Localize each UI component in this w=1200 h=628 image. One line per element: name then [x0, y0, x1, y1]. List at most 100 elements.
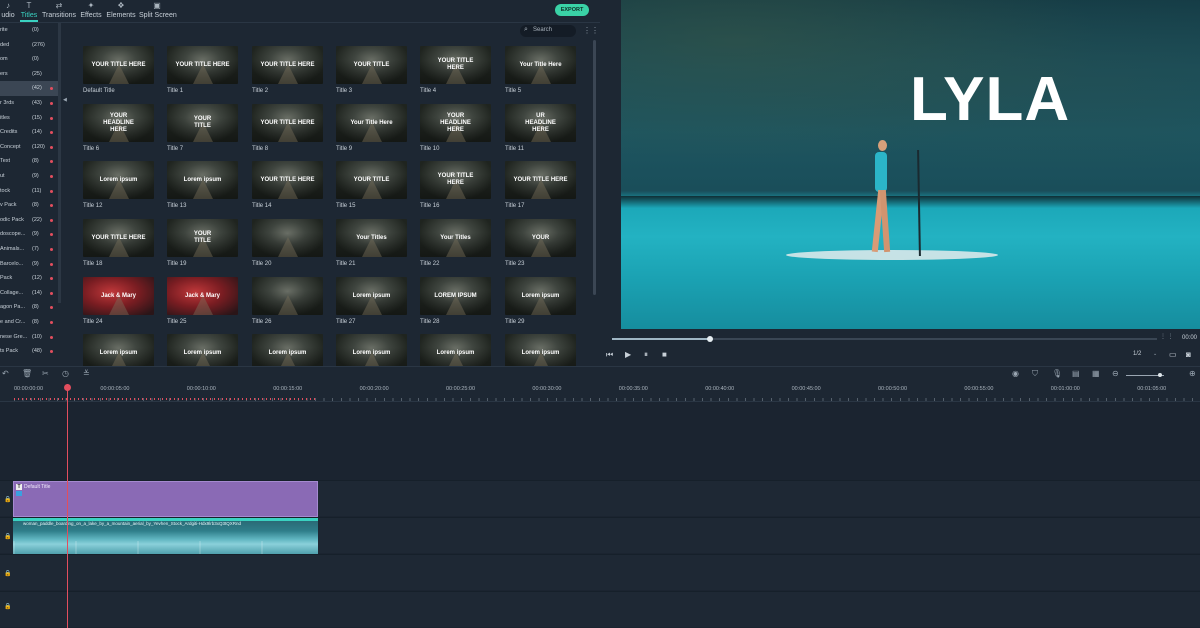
category-item[interactable]: Pack (12) — [0, 271, 58, 286]
title-template-tile[interactable]: UR HEADLINE HERE Title 11 — [505, 104, 576, 156]
title-template-tile[interactable]: Lorem ipsum Title 29 — [505, 277, 576, 329]
category-item[interactable]: ut (9) — [0, 169, 58, 184]
category-item[interactable]: nese Gre... (10) — [0, 330, 58, 345]
pause-icon[interactable]: ⏸ — [644, 350, 648, 360]
title-template-tile[interactable]: YOUR TITLE HERE Title 16 — [420, 161, 491, 213]
audio-mixer-icon[interactable]: ▤ — [1072, 369, 1080, 378]
category-item[interactable]: agon Pa... (8) — [0, 300, 58, 315]
speed-icon[interactable]: ◷ — [62, 369, 69, 378]
category-item[interactable]: e and Cr... (8) — [0, 315, 58, 330]
category-item[interactable]: v Pack (8) — [0, 198, 58, 213]
preview-quality-select[interactable]: 1/2 — [1133, 351, 1141, 357]
category-item[interactable]: Barcelo... (9) — [0, 257, 58, 272]
category-item[interactable]: odic Pack (22) — [0, 213, 58, 228]
title-template-tile[interactable]: Your Titles Title 21 — [336, 219, 407, 271]
title-template-tile[interactable]: YOUR HEADLINE HERE Title 6 — [83, 104, 154, 156]
category-item[interactable]: r 3rds (43) — [0, 96, 58, 111]
preview-player[interactable] — [621, 0, 1200, 329]
zoom-out-icon[interactable]: ⊖ — [1112, 369, 1119, 378]
category-item[interactable]: Credits (14) — [0, 125, 58, 140]
title-template-tile[interactable]: Your Titles Title 22 — [420, 219, 491, 271]
title-clip[interactable]: T Default Title — [13, 481, 318, 517]
title-template-tile[interactable]: Jack & Mary Title 24 — [83, 277, 154, 329]
tab-elements[interactable]: ❖ Elements — [106, 0, 136, 22]
search-placeholder: Search — [533, 27, 553, 33]
title-template-tile[interactable]: Your Title Here Title 9 — [336, 104, 407, 156]
title-template-tile[interactable]: YOUR TITLE HERE Title 18 — [83, 219, 154, 271]
delete-icon[interactable]: 🗑 — [22, 369, 32, 378]
tab-transitions[interactable]: ⇄ Transitions — [42, 0, 76, 22]
step-back-icon[interactable]: ⏮ — [606, 350, 613, 360]
title-template-tile[interactable]: YOUR TITLE Title 7 — [167, 104, 238, 156]
title-template-tile[interactable]: Lorem ipsum Title 27 — [336, 277, 407, 329]
title-template-tile[interactable]: YOUR TITLE HERE Title 4 — [420, 46, 491, 98]
adjust-icon[interactable]: ≚ — [83, 369, 90, 378]
title-template-tile[interactable]: YOUR TITLE HERE Title 14 — [252, 161, 323, 213]
collapse-left-icon[interactable]: ◀ — [63, 97, 67, 103]
title-template-tile[interactable]: YOUR TITLE HERE Title 17 — [505, 161, 576, 213]
title-template-tile[interactable]: YOUR Title 23 — [505, 219, 576, 271]
marker-icon[interactable]: ⛉ — [1032, 369, 1038, 379]
category-item[interactable]: rite (0) — [0, 23, 58, 38]
title-template-tile[interactable]: YOUR TITLE HERE Default Title — [83, 46, 154, 98]
lock-icon[interactable]: 🔒 — [4, 533, 11, 540]
cut-icon[interactable]: ✂ — [42, 369, 49, 378]
category-item[interactable]: ded (276) — [0, 38, 58, 53]
preview-title-overlay[interactable]: LYLA — [910, 62, 1070, 138]
grid-scrollbar[interactable] — [593, 40, 596, 295]
category-item[interactable]: Collage... (14) — [0, 286, 58, 301]
tab-audio[interactable]: ♪ udio — [0, 0, 16, 22]
monitor-icon[interactable]: ▭ — [1169, 350, 1177, 359]
title-template-tile[interactable]: Title 26 — [252, 277, 323, 329]
grid-icon[interactable]: ▦ — [1092, 369, 1100, 378]
title-template-tile[interactable]: YOUR TITLE HERE Title 2 — [252, 46, 323, 98]
title-template-tile[interactable]: YOUR TITLE HERE Title 8 — [252, 104, 323, 156]
title-template-tile[interactable]: LOREM IPSUM Title 28 — [420, 277, 491, 329]
new-indicator-icon — [50, 189, 53, 193]
render-icon[interactable]: ◉ — [1012, 369, 1019, 378]
zoom-slider-handle[interactable] — [1158, 373, 1162, 377]
title-template-tile[interactable]: Lorem ipsum Title 13 — [167, 161, 238, 213]
play-icon[interactable]: ▶ — [625, 350, 631, 359]
zoom-in-icon[interactable]: ⊕ — [1189, 369, 1196, 378]
stop-icon[interactable]: ■ — [662, 350, 667, 359]
tab-titles[interactable]: T Titles — [20, 0, 38, 22]
lock-icon[interactable]: 🔒 — [4, 603, 11, 610]
video-clip[interactable]: woman_paddle_boarding_on_a_lake_by_a_mou… — [13, 518, 318, 554]
category-item[interactable]: Animals... (7) — [0, 242, 58, 257]
camera-snapshot-icon[interactable]: ◙ — [1186, 350, 1191, 359]
lock-icon[interactable]: 🔒 — [4, 570, 11, 577]
tab-effects[interactable]: ✦ Effects — [79, 0, 103, 22]
title-template-tile[interactable]: Your Title Here Title 5 — [505, 46, 576, 98]
title-template-tile[interactable]: Title 20 — [252, 219, 323, 271]
title-template-tile[interactable]: Lorem ipsum Title 12 — [83, 161, 154, 213]
search-input[interactable]: ⌕ Search — [520, 25, 576, 37]
undo-icon[interactable]: ↶ — [2, 369, 9, 378]
tab-split-screen[interactable]: ▣ Split Screen — [139, 0, 177, 22]
microphone-icon[interactable]: 🎙 — [1052, 369, 1062, 378]
category-item[interactable]: om (0) — [0, 52, 58, 67]
title-template-tile[interactable]: YOUR TITLE HERE Title 1 — [167, 46, 238, 98]
category-item[interactable]: tock (11) — [0, 184, 58, 199]
lock-icon[interactable]: 🔒 — [4, 496, 11, 503]
playhead[interactable] — [67, 384, 68, 628]
drag-handle-icon[interactable]: ⋮ ⋮ — [1160, 333, 1174, 340]
category-item[interactable]: doscope... (9) — [0, 227, 58, 242]
category-item[interactable]: Concept (120) — [0, 140, 58, 155]
category-item[interactable]: itles (15) — [0, 111, 58, 126]
category-scrollbar[interactable] — [58, 23, 61, 303]
category-item[interactable]: ers (25) — [0, 67, 58, 82]
category-item[interactable]: (42) — [0, 81, 58, 96]
chevron-down-icon[interactable]: ⌄ — [1153, 351, 1157, 357]
grid-view-icon[interactable]: ⋮⋮ — [583, 26, 599, 35]
scrubber-handle[interactable] — [707, 336, 713, 342]
title-template-tile[interactable]: YOUR TITLE Title 19 — [167, 219, 238, 271]
title-template-tile[interactable]: Jack & Mary Title 25 — [167, 277, 238, 329]
export-button[interactable]: EXPORT — [555, 4, 589, 16]
title-template-tile[interactable]: YOUR TITLE Title 3 — [336, 46, 407, 98]
title-template-tile[interactable]: YOUR TITLE Title 15 — [336, 161, 407, 213]
category-item[interactable]: Text (8) — [0, 154, 58, 169]
playhead-handle[interactable] — [64, 384, 71, 391]
title-template-tile[interactable]: YOUR HEADLINE HERE Title 10 — [420, 104, 491, 156]
category-item[interactable]: ts Pack (48) — [0, 344, 58, 359]
